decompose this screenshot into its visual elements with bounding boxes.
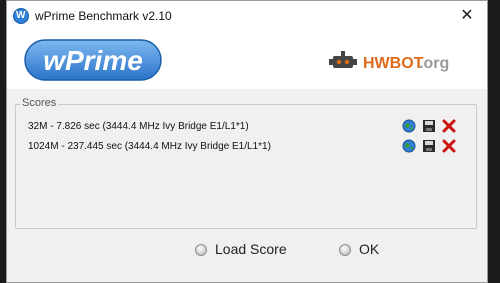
hwbot-logo: HWBOT .org [329, 51, 449, 72]
wprime-app-icon [13, 8, 29, 24]
close-button[interactable]: ✕ [447, 1, 487, 31]
save-icon[interactable] [422, 119, 436, 133]
globe-icon[interactable] [402, 119, 416, 133]
window-title: wPrime Benchmark v2.10 [35, 9, 172, 23]
load-score-label[interactable]: Load Score [215, 241, 287, 257]
logo-banner: wPrime HWBOT .org [7, 31, 487, 89]
scores-group-label: Scores [20, 97, 59, 109]
save-icon[interactable] [422, 139, 436, 153]
score-row-32m: 32M - 7.826 sec (3444.4 MHz Ivy Bridge E… [28, 121, 249, 132]
ok-label[interactable]: OK [359, 241, 379, 257]
delete-icon[interactable] [442, 119, 456, 133]
hwbot-brand-text: HWBOT [363, 55, 424, 72]
ok-radio[interactable] [339, 244, 351, 256]
title-bar: wPrime Benchmark v2.10 ✕ [7, 1, 487, 31]
wprime-logo: wPrime [24, 39, 162, 81]
scores-groupbox: Scores 32M - 7.826 sec (3444.4 MHz Ivy B… [15, 97, 477, 229]
load-score-radio[interactable] [195, 244, 207, 256]
delete-icon[interactable] [442, 139, 456, 153]
wprime-logo-text: wPrime [43, 45, 143, 76]
wprime-window: wPrime Benchmark v2.10 ✕ wPrime [6, 0, 488, 283]
globe-icon[interactable] [402, 139, 416, 153]
hwbot-suffix-text: .org [419, 55, 449, 72]
score-row-1024m: 1024M - 237.445 sec (3444.4 MHz Ivy Brid… [28, 141, 271, 152]
robot-icon [329, 51, 357, 68]
